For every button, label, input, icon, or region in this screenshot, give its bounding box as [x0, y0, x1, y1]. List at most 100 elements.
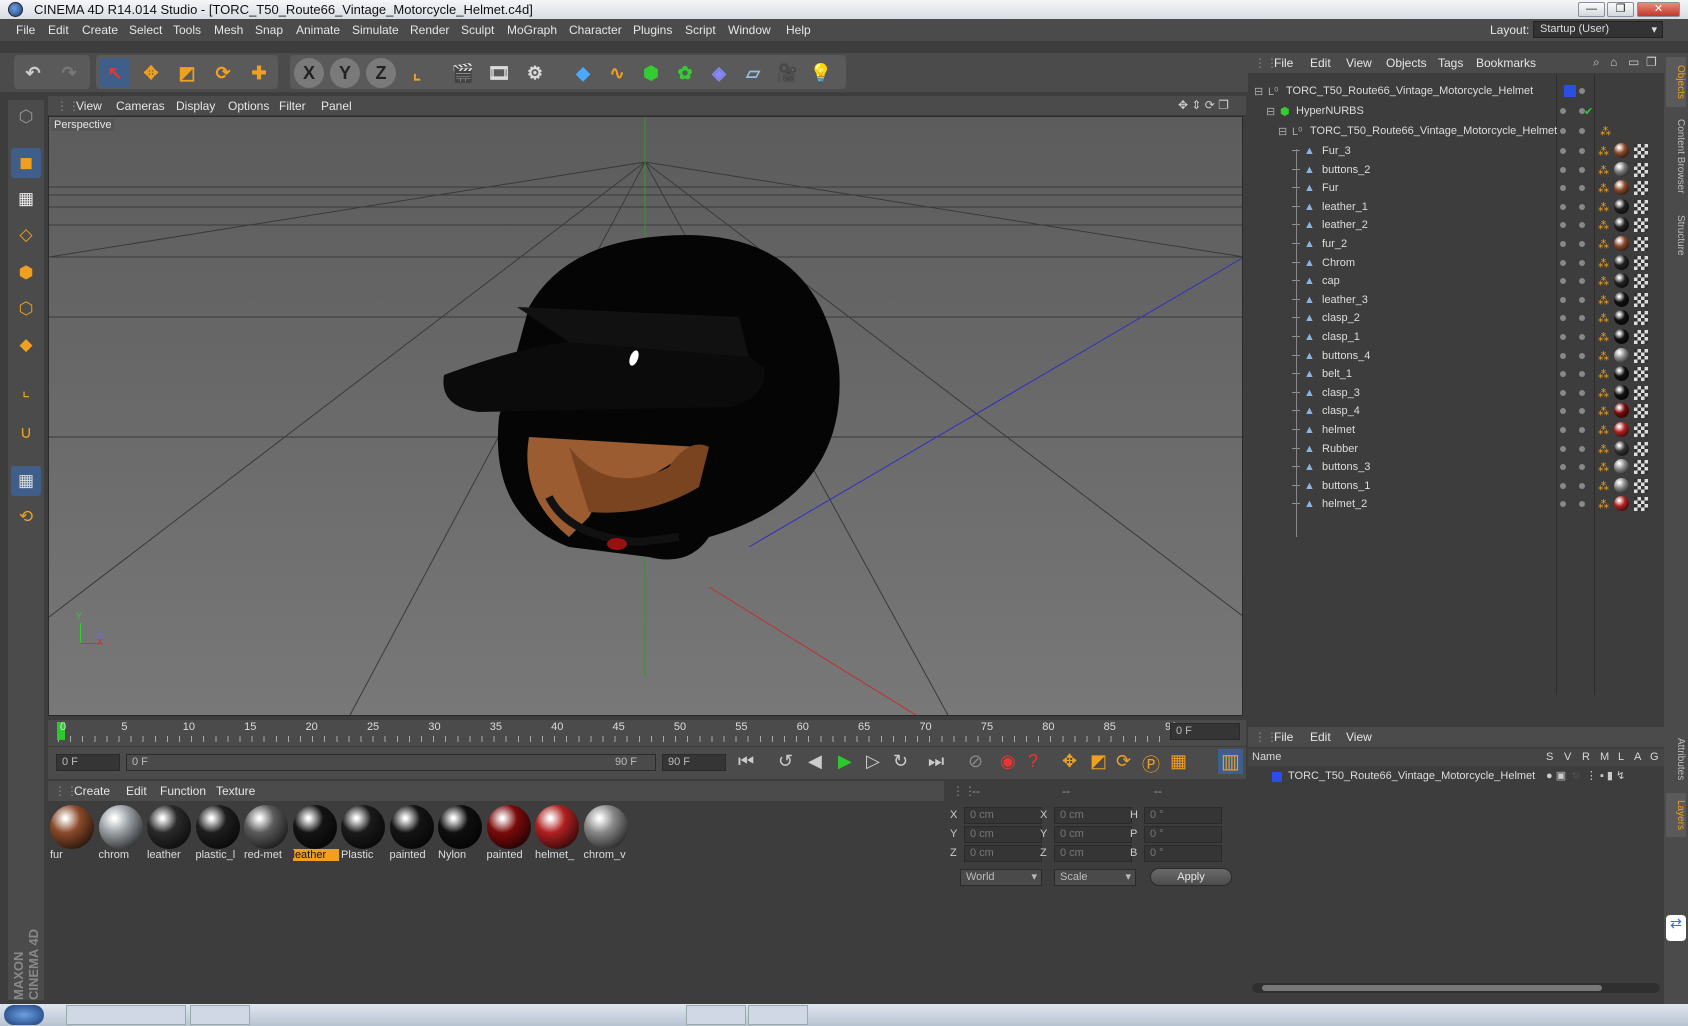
tab-layers[interactable]: Layers: [1666, 793, 1686, 837]
select-cursor-icon[interactable]: ↖: [100, 58, 130, 88]
material-tag-icon[interactable]: [1614, 496, 1629, 512]
timeline-ruler[interactable]: 051015202530354045505560657075808590 0 F: [48, 720, 1246, 746]
points-mode-icon[interactable]: ⬢: [11, 258, 41, 288]
phong-tag-icon[interactable]: ⁂: [1598, 498, 1609, 511]
viewport-menu-filter[interactable]: Filter: [279, 99, 306, 113]
coord-value-field[interactable]: 0 °: [1144, 807, 1222, 824]
render-dot[interactable]: [1579, 445, 1585, 452]
soft-selection-icon[interactable]: ⟲: [11, 502, 41, 532]
uvw-tag-icon[interactable]: [1634, 367, 1648, 382]
render-dot[interactable]: [1579, 352, 1585, 359]
visibility-dot[interactable]: [1560, 241, 1566, 247]
texture-mode-icon[interactable]: ▦: [11, 184, 41, 214]
coord-value-field[interactable]: 0 °: [1144, 826, 1222, 843]
layout-select[interactable]: Startup (User) ▾: [1533, 21, 1663, 38]
phong-tag-icon[interactable]: ⁂: [1598, 368, 1609, 381]
render-dot[interactable]: [1579, 241, 1585, 247]
material-swatch[interactable]: helmet_: [535, 805, 579, 863]
visibility-dot[interactable]: [1560, 108, 1566, 114]
object-row[interactable]: ─▲buttons_2⁂: [1248, 160, 1664, 180]
object-row[interactable]: ─▲Chrom⁂: [1248, 253, 1664, 273]
object-row[interactable]: ─▲clasp_4⁂: [1248, 401, 1664, 421]
search-icon[interactable]: ⌕: [1593, 55, 1600, 70]
render-dot[interactable]: [1579, 296, 1585, 303]
material-menu-create[interactable]: Create: [74, 784, 110, 798]
helmet-model[interactable]: [443, 235, 840, 560]
render-dot[interactable]: [1579, 315, 1585, 322]
menu-mesh[interactable]: Mesh: [214, 23, 243, 37]
menu-snap[interactable]: Snap: [255, 23, 283, 37]
next-key-icon[interactable]: ↻: [893, 751, 908, 772]
material-tag-icon[interactable]: [1614, 366, 1629, 382]
uvw-tag-icon[interactable]: [1634, 348, 1648, 363]
cube-icon[interactable]: ◆: [568, 58, 598, 88]
coord-value-field[interactable]: 0 cm: [1054, 826, 1132, 843]
material-menu-function[interactable]: Function: [160, 784, 206, 798]
subdivision-surface-icon[interactable]: ⬢: [636, 58, 666, 88]
menu-window[interactable]: Window: [728, 23, 771, 37]
key-position-icon[interactable]: ✥: [1062, 751, 1077, 772]
menu-mograph[interactable]: MoGraph: [507, 23, 557, 37]
layer-menu-view[interactable]: View: [1346, 730, 1372, 744]
material-tag-icon[interactable]: [1614, 310, 1629, 326]
render-dot[interactable]: [1579, 389, 1585, 396]
taskbar-item[interactable]: [66, 1005, 186, 1025]
uvw-tag-icon[interactable]: [1634, 311, 1648, 326]
render-view-icon[interactable]: 🎬: [448, 58, 478, 88]
render-dot[interactable]: [1579, 501, 1585, 508]
object-menu-view[interactable]: View: [1346, 56, 1372, 70]
uvw-tag-icon[interactable]: [1634, 199, 1648, 214]
object-row[interactable]: ─▲leather_1⁂: [1248, 197, 1664, 217]
material-swatch[interactable]: Plastic: [341, 805, 385, 863]
layer-scrollbar[interactable]: [1252, 983, 1660, 993]
move-icon[interactable]: ✥: [136, 58, 166, 88]
current-frame-field[interactable]: 0 F: [1170, 723, 1240, 740]
tab-structure[interactable]: Structure: [1666, 205, 1686, 265]
menu-sculpt[interactable]: Sculpt: [461, 23, 494, 37]
render-dot[interactable]: [1579, 482, 1585, 489]
phong-tag-icon[interactable]: ⁂: [1598, 424, 1609, 437]
material-tag-icon[interactable]: [1614, 459, 1629, 475]
z-axis-icon[interactable]: Z: [366, 58, 396, 88]
uvw-tag-icon[interactable]: [1634, 274, 1648, 289]
render-dot[interactable]: [1579, 128, 1585, 134]
coord-value-field[interactable]: 0 cm: [964, 845, 1042, 862]
collapse-toggle-icon[interactable]: ⊟: [1254, 85, 1263, 98]
material-tag-icon[interactable]: [1614, 254, 1629, 270]
layer-row[interactable]: TORC_T50_Route66_Vintage_Motorcycle_Helm…: [1248, 768, 1664, 788]
material-tag-icon[interactable]: [1614, 440, 1629, 456]
play-icon[interactable]: ▶: [838, 751, 852, 772]
key-scale-icon[interactable]: ◩: [1090, 751, 1107, 772]
teamviewer-icon[interactable]: ⇄: [1666, 915, 1686, 941]
live-select-icon[interactable]: ✚: [244, 58, 274, 88]
new-view-icon[interactable]: ❐: [1646, 55, 1657, 69]
material-swatch[interactable]: leather: [147, 805, 191, 863]
object-menu-objects[interactable]: Objects: [1386, 56, 1427, 70]
uvw-tag-icon[interactable]: [1634, 404, 1648, 419]
uvw-tag-icon[interactable]: [1634, 237, 1648, 251]
visibility-dot[interactable]: [1560, 371, 1566, 378]
object-row[interactable]: ─▲clasp_3⁂: [1248, 383, 1664, 403]
phong-tag-icon[interactable]: ⁂: [1598, 480, 1609, 493]
phong-tag-icon[interactable]: ⁂: [1598, 164, 1609, 177]
apply-button[interactable]: Apply: [1150, 868, 1232, 886]
taskbar-item[interactable]: [190, 1005, 250, 1025]
end-frame-field[interactable]: 90 F: [662, 754, 726, 771]
phong-tag-icon[interactable]: ⁂: [1598, 201, 1609, 214]
keyframe-selection-icon[interactable]: ?: [1028, 751, 1038, 772]
frame-range-slider[interactable]: 0 F 90 F: [126, 754, 656, 771]
spline-pen-icon[interactable]: ∿: [602, 58, 632, 88]
viewport-nav-icons[interactable]: ✥ ⇕ ⟳ ❐: [1178, 98, 1229, 112]
viewport-menu-display[interactable]: Display: [176, 99, 215, 113]
uvw-tag-icon[interactable]: [1634, 423, 1648, 437]
object-menu-tags[interactable]: Tags: [1438, 56, 1463, 70]
visibility-dot[interactable]: [1560, 259, 1566, 266]
phong-tag-icon[interactable]: ⁂: [1598, 443, 1609, 456]
visibility-dot[interactable]: [1560, 185, 1566, 192]
uvw-tag-icon[interactable]: [1634, 460, 1648, 475]
collapse-toggle-icon[interactable]: ⊟: [1266, 105, 1275, 118]
material-tag-icon[interactable]: [1614, 236, 1629, 251]
phong-tag-icon[interactable]: ⁂: [1598, 275, 1609, 288]
scale-icon[interactable]: ◩: [172, 58, 202, 88]
coord-value-field[interactable]: 0 °: [1144, 845, 1222, 862]
